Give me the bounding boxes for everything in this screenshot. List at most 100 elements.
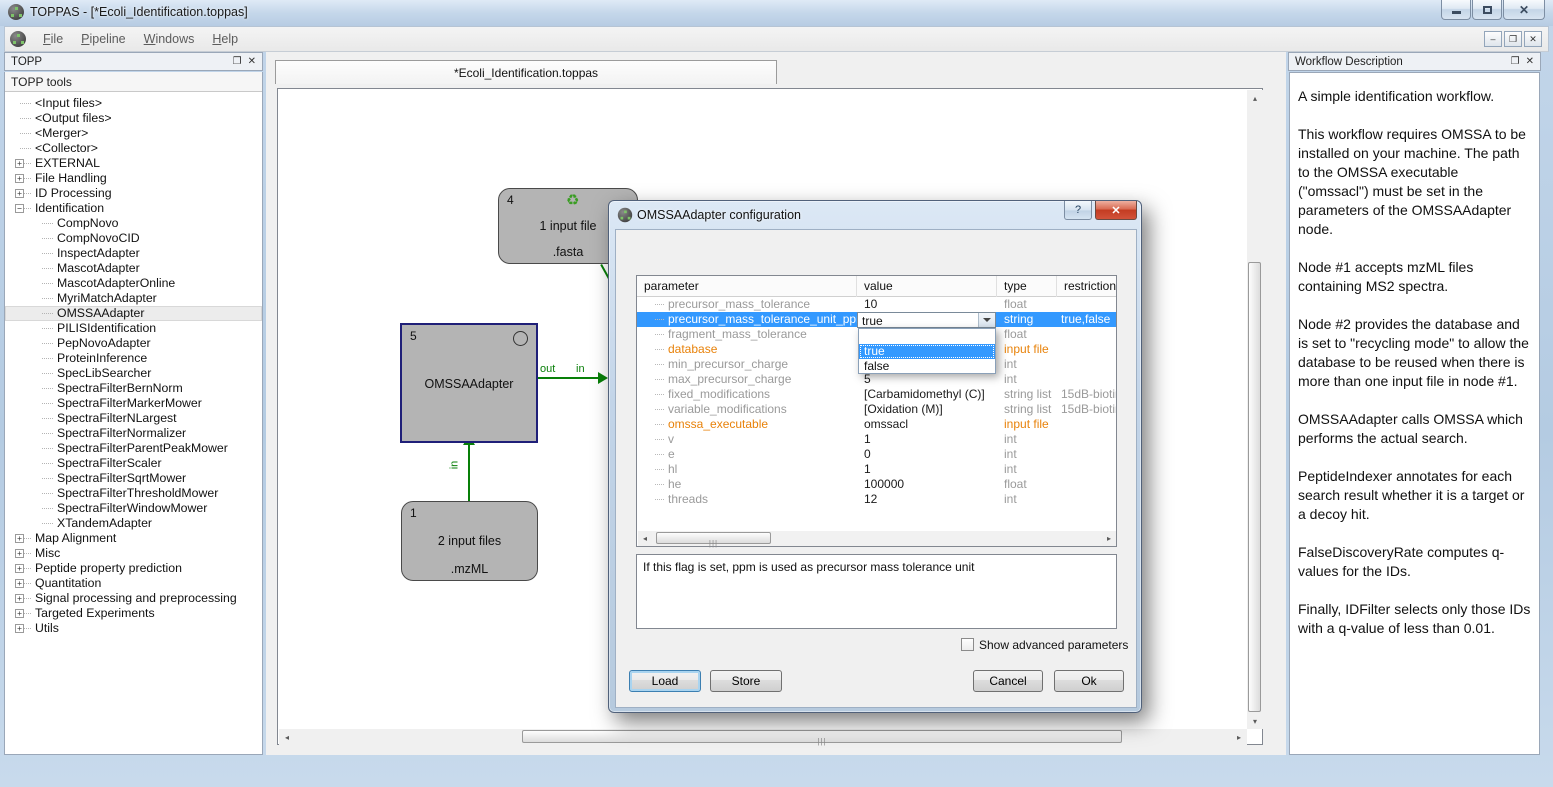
- tree-item[interactable]: SpectraFilterNormalizer: [5, 426, 262, 441]
- dock-float-icon[interactable]: ❐: [1511, 56, 1520, 67]
- tree-item[interactable]: SpectraFilterMarkerMower: [5, 396, 262, 411]
- tree-item[interactable]: SpectraFilterSqrtMower: [5, 471, 262, 486]
- load-button[interactable]: Load: [629, 670, 701, 692]
- canvas-vscrollbar[interactable]: ▴ ▾: [1247, 90, 1263, 729]
- dropdown-option-empty[interactable]: [859, 329, 995, 344]
- tree-expander-icon[interactable]: [15, 564, 24, 573]
- tree-item[interactable]: PILISIdentification: [5, 321, 262, 336]
- tree-expander-icon[interactable]: [15, 534, 24, 543]
- tree-item[interactable]: CompNovoCID: [5, 231, 262, 246]
- tree-item[interactable]: <Collector>: [5, 141, 262, 156]
- tree-item[interactable]: Quantitation: [5, 576, 262, 591]
- dropdown-option-true[interactable]: true: [859, 344, 995, 359]
- param-value[interactable]: [Oxidation (M)]: [857, 402, 997, 417]
- tree-expander-icon[interactable]: [15, 549, 24, 558]
- param-value[interactable]: 10: [857, 297, 997, 312]
- tree-item[interactable]: InspectAdapter: [5, 246, 262, 261]
- tree-expander-icon[interactable]: [15, 624, 24, 633]
- tree-item[interactable]: OMSSAAdapter: [5, 306, 262, 321]
- tree-expander-icon[interactable]: [15, 159, 24, 168]
- tree-item[interactable]: MascotAdapter: [5, 261, 262, 276]
- param-value[interactable]: 1: [857, 432, 997, 447]
- tree-item[interactable]: ID Processing: [5, 186, 262, 201]
- param-value[interactable]: [Carbamidomethyl (C)]: [857, 387, 997, 402]
- table-hscrollbar[interactable]: ◂ ||| ▸: [638, 531, 1116, 546]
- node-5-omssaadapter[interactable]: 5 OMSSAAdapter: [400, 323, 538, 443]
- dock-close-icon[interactable]: ✕: [248, 56, 256, 67]
- tree-item[interactable]: MyriMatchAdapter: [5, 291, 262, 306]
- tree-item[interactable]: SpectraFilterNLargest: [5, 411, 262, 426]
- tree-item[interactable]: File Handling: [5, 171, 262, 186]
- parameter-row[interactable]: he100000float: [637, 477, 1116, 492]
- scroll-left-icon[interactable]: ◂: [638, 531, 652, 546]
- dropdown-popup[interactable]: true false: [858, 328, 996, 374]
- ok-button[interactable]: Ok: [1054, 670, 1124, 692]
- parameter-row[interactable]: omssa_executableomssaclinput file: [637, 417, 1116, 432]
- param-value[interactable]: 100000: [857, 477, 997, 492]
- col-value[interactable]: value: [857, 276, 997, 297]
- tree-expander-icon[interactable]: [15, 204, 24, 213]
- parameter-row[interactable]: precursor_mass_tolerance10float: [637, 297, 1116, 312]
- col-restrictions[interactable]: restrictions: [1057, 276, 1116, 297]
- right-dock-titlebar[interactable]: Workflow Description ❐ ✕: [1288, 52, 1541, 71]
- combobox-dropdown-button[interactable]: [978, 313, 995, 327]
- mdi-minimize-button[interactable]: –: [1484, 31, 1502, 47]
- minimize-button[interactable]: [1441, 0, 1471, 20]
- tree-item[interactable]: SpecLibSearcher: [5, 366, 262, 381]
- param-value[interactable]: 1: [857, 462, 997, 477]
- mdi-restore-button[interactable]: ❐: [1504, 31, 1522, 47]
- dock-float-icon[interactable]: ❐: [233, 56, 242, 67]
- tree-expander-icon[interactable]: [15, 189, 24, 198]
- table-hscroll-thumb[interactable]: |||: [656, 532, 771, 544]
- tree-item[interactable]: CompNovo: [5, 216, 262, 231]
- col-parameter[interactable]: parameter: [637, 276, 857, 297]
- tree-item[interactable]: EXTERNAL: [5, 156, 262, 171]
- tab-ecoli-identification[interactable]: *Ecoli_Identification.toppas: [275, 60, 777, 84]
- tree-expander-icon[interactable]: [15, 579, 24, 588]
- tree-item[interactable]: SpectraFilterBernNorm: [5, 381, 262, 396]
- omssaadapter-config-dialog[interactable]: OMSSAAdapter configuration ? ✕ parameter…: [608, 200, 1142, 713]
- dialog-help-button[interactable]: ?: [1064, 201, 1092, 220]
- tree-item[interactable]: <Merger>: [5, 126, 262, 141]
- canvas-hscrollbar[interactable]: ◂ ||| ▸: [279, 729, 1247, 745]
- tree-item[interactable]: ProteinInference: [5, 351, 262, 366]
- tree-item[interactable]: SpectraFilterScaler: [5, 456, 262, 471]
- param-value[interactable]: omssacl: [857, 417, 997, 432]
- tree-item[interactable]: Identification: [5, 201, 262, 216]
- value-combobox[interactable]: true: [857, 312, 996, 328]
- tree-item[interactable]: Signal processing and preprocessing: [5, 591, 262, 606]
- menu-pipeline[interactable]: Pipeline: [72, 28, 134, 50]
- scroll-left-icon[interactable]: ◂: [279, 729, 295, 745]
- parameter-row[interactable]: hl1int: [637, 462, 1116, 477]
- title-bar[interactable]: TOPPAS - [*Ecoli_Identification.toppas] …: [0, 0, 1553, 26]
- dock-close-icon[interactable]: ✕: [1526, 56, 1534, 67]
- tree-expander-icon[interactable]: [15, 609, 24, 618]
- left-dock-titlebar[interactable]: TOPP ❐ ✕: [4, 52, 263, 71]
- tree-item[interactable]: <Output files>: [5, 111, 262, 126]
- cancel-button[interactable]: Cancel: [973, 670, 1043, 692]
- canvas-hscroll-thumb[interactable]: |||: [522, 730, 1122, 743]
- parameter-row[interactable]: fixed_modifications[Carbamidomethyl (C)]…: [637, 387, 1116, 402]
- show-advanced-checkbox[interactable]: [961, 638, 974, 651]
- tree-item[interactable]: Targeted Experiments: [5, 606, 262, 621]
- menu-file[interactable]: File: [34, 28, 72, 50]
- tree-item[interactable]: PepNovoAdapter: [5, 336, 262, 351]
- scroll-right-icon[interactable]: ▸: [1231, 729, 1247, 745]
- canvas-vscroll-thumb[interactable]: [1248, 262, 1261, 712]
- edge-node5-node8[interactable]: [538, 377, 600, 379]
- tree-item[interactable]: XTandemAdapter: [5, 516, 262, 531]
- param-value[interactable]: 0: [857, 447, 997, 462]
- tree-item[interactable]: SpectraFilterThresholdMower: [5, 486, 262, 501]
- parameter-row[interactable]: v1int: [637, 432, 1116, 447]
- mdi-close-button[interactable]: ✕: [1524, 31, 1542, 47]
- tree-item[interactable]: Peptide property prediction: [5, 561, 262, 576]
- scroll-down-icon[interactable]: ▾: [1247, 713, 1263, 729]
- dropdown-option-false[interactable]: false: [859, 359, 995, 374]
- tree-item[interactable]: Map Alignment: [5, 531, 262, 546]
- tree-expander-icon[interactable]: [15, 594, 24, 603]
- tree-item[interactable]: SpectraFilterParentPeakMower: [5, 441, 262, 456]
- col-type[interactable]: type: [997, 276, 1057, 297]
- tree-item[interactable]: Utils: [5, 621, 262, 636]
- parameter-row[interactable]: variable_modifications[Oxidation (M)]str…: [637, 402, 1116, 417]
- menu-windows[interactable]: Windows: [135, 28, 204, 50]
